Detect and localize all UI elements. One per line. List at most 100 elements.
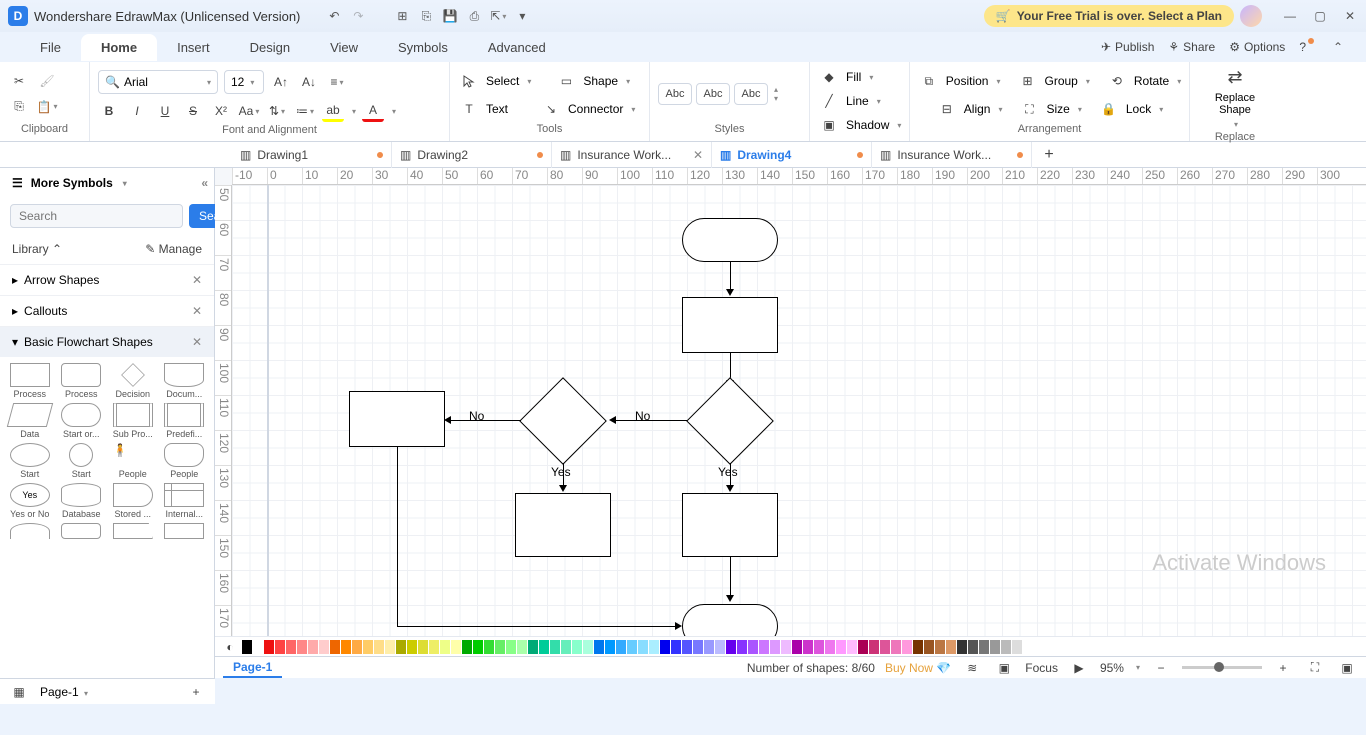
color-swatch[interactable] bbox=[473, 640, 483, 654]
color-swatch[interactable] bbox=[374, 640, 384, 654]
doc-tab-3[interactable]: ▥Drawing4 bbox=[712, 142, 872, 168]
publish-button[interactable]: ✈Publish bbox=[1101, 40, 1154, 54]
color-swatch[interactable] bbox=[704, 640, 714, 654]
color-swatch[interactable] bbox=[737, 640, 747, 654]
color-swatch[interactable] bbox=[528, 640, 538, 654]
italic-button[interactable]: I bbox=[126, 100, 148, 122]
color-swatch[interactable] bbox=[792, 640, 802, 654]
fit-page-icon[interactable]: ⛶ bbox=[1304, 657, 1326, 679]
increase-font-icon[interactable]: A↑ bbox=[270, 71, 292, 93]
buy-now-link[interactable]: Buy Now 💎 bbox=[885, 661, 951, 675]
shape-start-circle[interactable]: Start bbox=[57, 443, 105, 479]
color-swatch[interactable] bbox=[814, 640, 824, 654]
color-swatch[interactable] bbox=[605, 640, 615, 654]
color-swatch[interactable] bbox=[660, 640, 670, 654]
category-basic-flowchart[interactable]: ▾Basic Flowchart Shapes✕ bbox=[0, 326, 214, 357]
replace-shape-button[interactable]: ⇄ Replace Shape▾ bbox=[1215, 66, 1255, 129]
highlight-button[interactable]: ab bbox=[322, 100, 344, 122]
color-swatch[interactable] bbox=[825, 640, 835, 654]
color-swatch[interactable] bbox=[330, 640, 340, 654]
maximize-icon[interactable]: ▢ bbox=[1312, 8, 1328, 24]
doc-tab-0[interactable]: ▥Drawing1 bbox=[232, 142, 392, 168]
shape-people-2[interactable]: People bbox=[160, 443, 208, 479]
shape-document[interactable]: Docum... bbox=[160, 363, 208, 399]
more-icon[interactable]: ▾ bbox=[514, 8, 530, 24]
style-preset-2[interactable]: Abc bbox=[696, 83, 730, 105]
color-swatch[interactable] bbox=[462, 640, 472, 654]
superscript-button[interactable]: X² bbox=[210, 100, 232, 122]
close-icon[interactable]: ✕ bbox=[1342, 8, 1358, 24]
color-swatch[interactable] bbox=[935, 640, 945, 654]
shape-extra-3[interactable] bbox=[109, 523, 157, 541]
color-swatch[interactable] bbox=[341, 640, 351, 654]
color-swatch[interactable] bbox=[891, 640, 901, 654]
font-size-select[interactable]: 12▾ bbox=[224, 70, 264, 94]
color-swatch[interactable] bbox=[946, 640, 956, 654]
color-swatch[interactable] bbox=[253, 640, 263, 654]
undo-icon[interactable]: ↶ bbox=[326, 8, 342, 24]
shape-extra-1[interactable] bbox=[6, 523, 54, 541]
zoom-in-icon[interactable]: + bbox=[1272, 657, 1294, 679]
color-swatch[interactable] bbox=[583, 640, 593, 654]
shape-tool[interactable]: Shape bbox=[583, 74, 618, 88]
style-up-icon[interactable]: ▴ bbox=[774, 85, 778, 94]
style-preset-1[interactable]: Abc bbox=[658, 83, 692, 105]
size-button[interactable]: ⛶Size▾ bbox=[1018, 98, 1081, 120]
color-swatch[interactable] bbox=[396, 640, 406, 654]
flowchart-process-2[interactable] bbox=[349, 391, 445, 447]
color-swatch[interactable] bbox=[264, 640, 274, 654]
symbol-search-input[interactable] bbox=[10, 204, 183, 228]
menu-insert[interactable]: Insert bbox=[157, 34, 230, 61]
shape-people-1[interactable]: 🧍People bbox=[109, 443, 157, 479]
shape-extra-4[interactable] bbox=[160, 523, 208, 541]
color-swatch[interactable] bbox=[979, 640, 989, 654]
new-icon[interactable]: ⊞ bbox=[394, 8, 410, 24]
color-swatch[interactable] bbox=[649, 640, 659, 654]
color-swatch[interactable] bbox=[418, 640, 428, 654]
strike-button[interactable]: S bbox=[182, 100, 204, 122]
trial-banner[interactable]: 🛒 Your Free Trial is over. Select a Plan bbox=[984, 5, 1234, 27]
minimize-icon[interactable]: — bbox=[1282, 8, 1298, 24]
flowchart-start[interactable] bbox=[682, 218, 778, 262]
color-swatch[interactable] bbox=[451, 640, 461, 654]
case-button[interactable]: Aa▾ bbox=[238, 100, 260, 122]
connector-tool-icon[interactable]: ↘ bbox=[540, 98, 562, 120]
color-swatch[interactable] bbox=[363, 640, 373, 654]
menu-symbols[interactable]: Symbols bbox=[378, 34, 468, 61]
cut-icon[interactable]: ✂ bbox=[8, 70, 30, 92]
style-down-icon[interactable]: ▾ bbox=[774, 94, 778, 103]
color-swatch[interactable] bbox=[539, 640, 549, 654]
color-swatch[interactable] bbox=[275, 640, 285, 654]
shape-subprocess[interactable]: Sub Pro... bbox=[109, 403, 157, 439]
color-swatch[interactable] bbox=[990, 640, 1000, 654]
manage-button[interactable]: ✎ Manage bbox=[145, 242, 202, 256]
color-swatch[interactable] bbox=[671, 640, 681, 654]
user-avatar[interactable] bbox=[1240, 5, 1262, 27]
text-tool[interactable]: Text bbox=[486, 102, 508, 116]
save-icon[interactable]: 💾 bbox=[442, 8, 458, 24]
page-tab[interactable]: Page-1 bbox=[223, 658, 282, 678]
menu-home[interactable]: Home bbox=[81, 34, 157, 61]
text-tool-icon[interactable]: T bbox=[458, 98, 480, 120]
color-swatch[interactable] bbox=[693, 640, 703, 654]
color-swatch[interactable] bbox=[495, 640, 505, 654]
color-swatch[interactable] bbox=[715, 640, 725, 654]
color-swatch[interactable] bbox=[880, 640, 890, 654]
rotate-button[interactable]: ⟲Rotate▾ bbox=[1106, 70, 1181, 92]
flowchart-process-1[interactable] bbox=[682, 297, 778, 353]
close-icon[interactable]: ✕ bbox=[192, 273, 202, 287]
color-swatch[interactable] bbox=[286, 640, 296, 654]
help-button[interactable]: ? bbox=[1299, 40, 1316, 54]
color-swatch[interactable] bbox=[319, 640, 329, 654]
fullscreen-icon[interactable]: ▣ bbox=[1336, 657, 1358, 679]
color-swatch[interactable] bbox=[748, 640, 758, 654]
canvas[interactable]: Activate Windows No No Yes Yes bbox=[232, 185, 1366, 636]
doc-tab-4[interactable]: ▥Insurance Work... bbox=[872, 142, 1032, 168]
print-icon[interactable]: ⎙ bbox=[466, 8, 482, 24]
line-spacing-button[interactable]: ⇅▾ bbox=[266, 100, 288, 122]
color-swatch[interactable] bbox=[968, 640, 978, 654]
color-swatch[interactable] bbox=[484, 640, 494, 654]
color-swatch[interactable] bbox=[440, 640, 450, 654]
doc-tab-2[interactable]: ▥Insurance Work...✕ bbox=[552, 142, 712, 168]
doc-tab-1[interactable]: ▥Drawing2 bbox=[392, 142, 552, 168]
